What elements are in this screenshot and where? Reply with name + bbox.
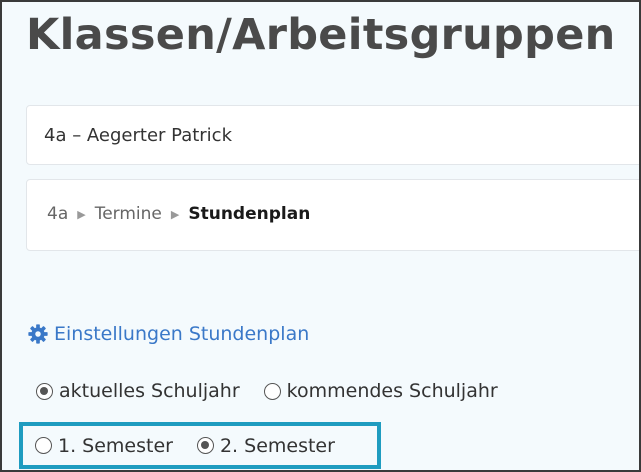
breadcrumb-item-termine[interactable]: Termine (95, 204, 162, 224)
school-year-radio-group: aktuelles Schuljahr kommendes Schuljahr (36, 380, 498, 402)
class-card[interactable]: 4a – Aegerter Patrick (26, 105, 639, 165)
radio-semester-1[interactable]: 1. Semester (35, 435, 173, 457)
radio-button[interactable] (35, 437, 52, 454)
radio-label: 1. Semester (58, 434, 173, 457)
triangle-right-icon: ▶ (170, 207, 180, 221)
radio-button-checked[interactable] (36, 382, 53, 400)
class-name: 4a – Aegerter Patrick (44, 125, 233, 146)
breadcrumb-current: Stundenplan (188, 204, 311, 224)
semester-radio-group: 1. Semester 2. Semester (19, 422, 381, 469)
settings-link[interactable]: Einstellungen Stundenplan (27, 323, 309, 345)
page-title: Klassen/Arbeitsgruppen (26, 10, 616, 60)
radio-button-checked[interactable] (196, 437, 214, 454)
radio-button[interactable] (263, 382, 281, 400)
settings-link-label: Einstellungen Stundenplan (54, 323, 310, 345)
gear-icon (28, 324, 48, 344)
triangle-right-icon: ▶ (77, 207, 86, 221)
app-frame: Klassen/Arbeitsgruppen 4a – Aegerter Pat… (0, 0, 641, 472)
radio-current-year[interactable]: aktuelles Schuljahr (36, 380, 240, 402)
breadcrumb-item-class[interactable]: 4a (47, 204, 68, 224)
radio-next-year[interactable]: kommendes Schuljahr (263, 380, 498, 402)
radio-semester-2[interactable]: 2. Semester (196, 434, 335, 457)
breadcrumb-card: 4a ▶ Termine ▶ Stundenplan (26, 179, 639, 251)
breadcrumb: 4a ▶ Termine ▶ Stundenplan (47, 204, 310, 224)
radio-label: kommendes Schuljahr (286, 380, 498, 402)
radio-label: aktuelles Schuljahr (59, 380, 240, 402)
radio-label: 2. Semester (219, 434, 335, 457)
